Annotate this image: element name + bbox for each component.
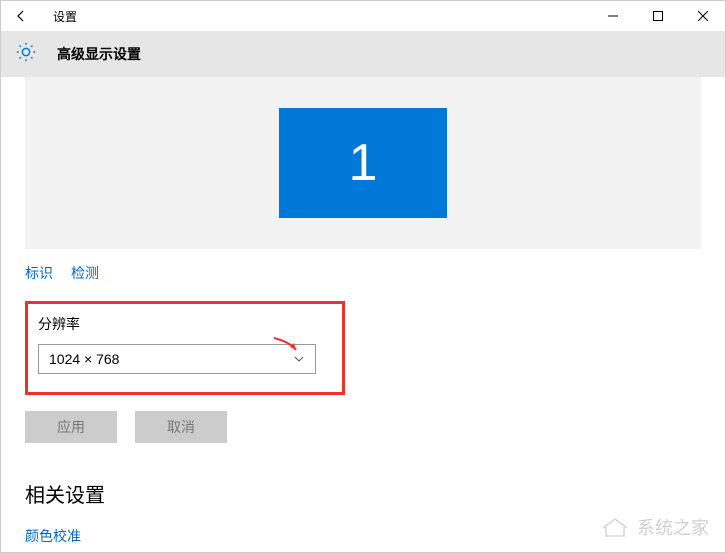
watermark: 系统之家 bbox=[599, 514, 709, 540]
cancel-button[interactable]: 取消 bbox=[135, 411, 227, 443]
detect-link[interactable]: 检测 bbox=[71, 263, 99, 283]
annotation-arrow-icon bbox=[272, 336, 302, 356]
resolution-label: 分辨率 bbox=[38, 314, 332, 334]
minimize-icon bbox=[608, 11, 618, 21]
close-icon bbox=[698, 11, 708, 21]
page-header: 高级显示设置 bbox=[1, 31, 725, 77]
arrow-left-icon bbox=[14, 9, 28, 23]
monitor-tile-1[interactable]: 1 bbox=[279, 108, 447, 218]
house-icon bbox=[599, 516, 631, 538]
maximize-icon bbox=[653, 11, 663, 21]
gear-icon bbox=[15, 41, 37, 68]
titlebar: 设置 bbox=[1, 1, 725, 31]
apply-button[interactable]: 应用 bbox=[25, 411, 117, 443]
back-button[interactable] bbox=[9, 4, 33, 28]
watermark-text: 系统之家 bbox=[637, 514, 709, 540]
maximize-button[interactable] bbox=[635, 1, 680, 31]
monitor-number: 1 bbox=[349, 133, 378, 193]
resolution-value: 1024 × 768 bbox=[49, 351, 119, 367]
content-area: 1 标识 检测 分辨率 1024 × 768 应用 取消 相关设置 颜色校准 bbox=[1, 77, 725, 546]
related-settings-heading: 相关设置 bbox=[25, 479, 701, 508]
display-links: 标识 检测 bbox=[25, 263, 701, 283]
resolution-highlight: 分辨率 1024 × 768 bbox=[25, 301, 345, 395]
window-title: 设置 bbox=[53, 8, 77, 25]
minimize-button[interactable] bbox=[590, 1, 635, 31]
close-button[interactable] bbox=[680, 1, 725, 31]
monitor-preview: 1 bbox=[25, 77, 701, 249]
identify-link[interactable]: 标识 bbox=[25, 263, 53, 283]
action-buttons: 应用 取消 bbox=[25, 411, 701, 443]
window-controls bbox=[590, 1, 725, 31]
page-title: 高级显示设置 bbox=[57, 44, 141, 64]
